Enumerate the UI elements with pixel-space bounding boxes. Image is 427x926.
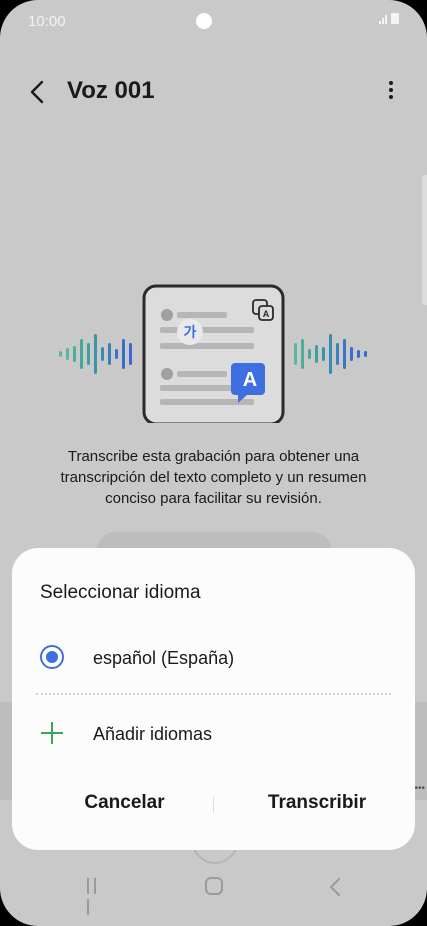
navigation-bar: [0, 856, 427, 926]
page-title: Voz 001: [67, 77, 155, 104]
status-icons: [379, 13, 399, 24]
nav-back-icon[interactable]: [328, 876, 342, 898]
scroll-handle[interactable]: [422, 175, 427, 305]
svg-text:A: A: [263, 309, 270, 319]
home-icon[interactable]: [205, 877, 223, 895]
korean-char-bubble: 가: [184, 325, 197, 341]
app-header: Voz 001: [24, 72, 403, 112]
status-time: 10:00: [28, 13, 66, 30]
back-arrow-icon[interactable]: [28, 80, 48, 104]
battery-icon: [391, 13, 399, 24]
transcription-illustration: 가 A A: [59, 284, 367, 423]
signal-icon: [379, 13, 387, 24]
cancel-button[interactable]: Cancelar: [52, 792, 197, 822]
radio-selected-icon[interactable]: [40, 645, 64, 669]
phone-screen: 10:00 Voz 001 가 A A Transcribe esta grab…: [0, 0, 427, 926]
front-camera: [195, 13, 212, 29]
transcribe-button[interactable]: Transcribir: [237, 792, 397, 822]
left-waveform-icon: [59, 334, 132, 374]
latin-char-bubble: A: [243, 369, 257, 391]
transcription-description: Transcribe esta grabación para obtener u…: [60, 448, 367, 507]
more-options-icon[interactable]: [379, 78, 403, 106]
recents-icon[interactable]: [87, 878, 107, 915]
right-waveform-icon: [294, 334, 367, 374]
add-languages-label: Añadir idiomas: [93, 724, 213, 744]
phone-illustration: 가 A A: [142, 284, 285, 423]
side-dots: •••: [414, 783, 425, 794]
language-option-label: español (España): [93, 648, 235, 668]
plus-icon: [41, 722, 63, 744]
add-languages-item[interactable]: Añadir idiomas: [40, 718, 390, 748]
button-separator: [213, 797, 214, 813]
status-bar: 10:00: [28, 10, 399, 34]
language-option-spanish[interactable]: español (España): [40, 643, 390, 673]
divider: [36, 693, 391, 695]
select-language-dialog: Seleccionar idioma español (España) Añad…: [12, 548, 415, 850]
dialog-title: Seleccionar idioma: [40, 582, 201, 603]
